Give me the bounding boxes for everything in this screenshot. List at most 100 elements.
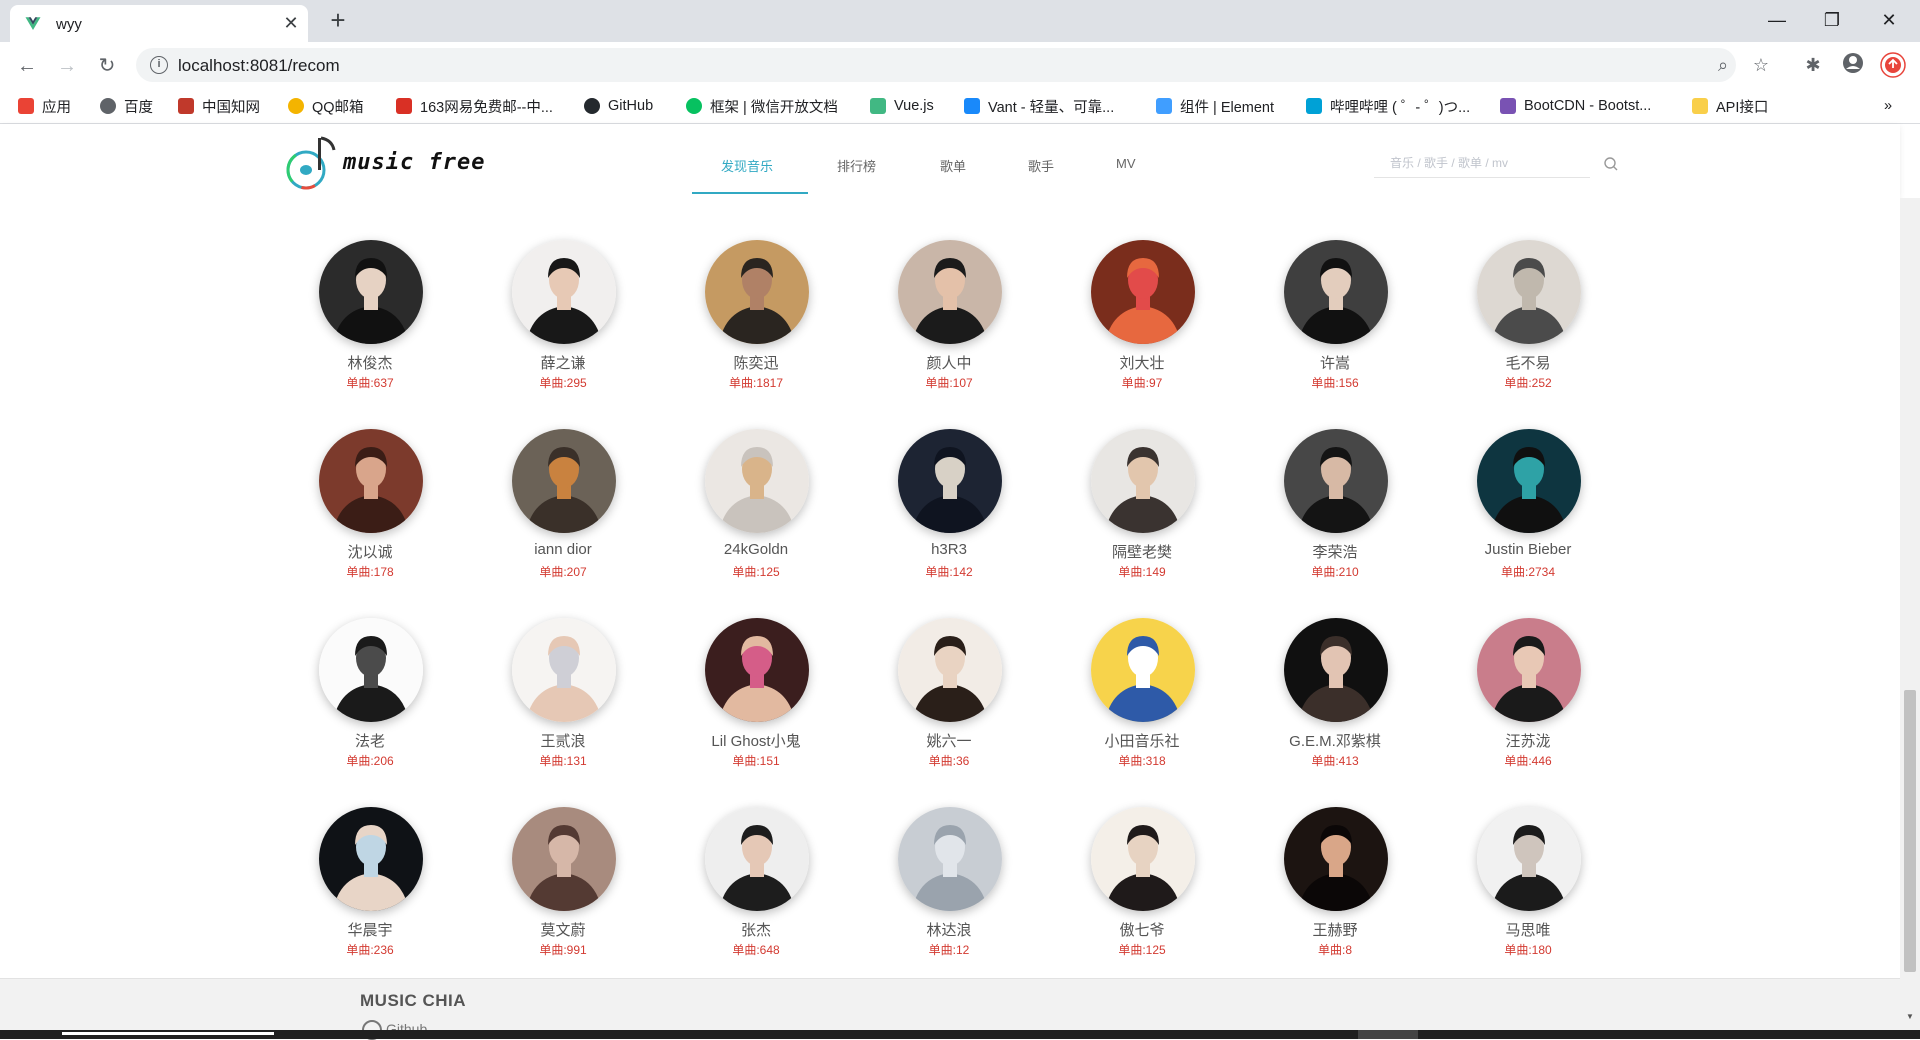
logo-text[interactable]: music free: [343, 150, 485, 175]
bookmark-item[interactable]: Vant - 轻量、可靠...: [964, 96, 1114, 116]
bookmark-item[interactable]: 应用: [18, 96, 71, 116]
artist-avatar[interactable]: [1284, 429, 1388, 533]
artist-avatar[interactable]: [319, 618, 423, 722]
artist-avatar[interactable]: [319, 240, 423, 344]
artist-name[interactable]: 张杰: [676, 919, 836, 940]
artist-avatar[interactable]: [898, 240, 1002, 344]
artist-avatar[interactable]: [512, 618, 616, 722]
scroll-down-arrow-icon[interactable]: ▼: [1904, 1012, 1916, 1024]
close-window-icon[interactable]: ✕: [1866, 4, 1912, 36]
artist-card[interactable]: 华晨宇 单曲:236: [290, 807, 450, 967]
artist-name[interactable]: 毛不易: [1448, 352, 1608, 373]
artist-name[interactable]: 隔壁老樊: [1062, 541, 1222, 562]
artist-card[interactable]: 毛不易 单曲:252: [1448, 240, 1608, 400]
artist-card[interactable]: 王赫野 单曲:8: [1255, 807, 1415, 967]
artist-name[interactable]: 小田音乐社: [1062, 730, 1222, 751]
artist-avatar[interactable]: [898, 429, 1002, 533]
artist-avatar[interactable]: [705, 618, 809, 722]
artist-card[interactable]: 林俊杰 单曲:637: [290, 240, 450, 400]
artist-avatar[interactable]: [1477, 807, 1581, 911]
artist-name[interactable]: 汪苏泷: [1448, 730, 1608, 751]
artist-name[interactable]: 马思唯: [1448, 919, 1608, 940]
artist-name[interactable]: 王赫野: [1255, 919, 1415, 940]
artist-name[interactable]: 姚六一: [869, 730, 1029, 751]
artist-card[interactable]: 张杰 单曲:648: [676, 807, 836, 967]
artist-avatar[interactable]: [1284, 240, 1388, 344]
artist-name[interactable]: 王贰浪: [483, 730, 643, 751]
artist-avatar[interactable]: [705, 240, 809, 344]
artist-avatar[interactable]: [705, 807, 809, 911]
forward-icon[interactable]: →: [53, 52, 81, 80]
artist-name[interactable]: 24kGoldn: [676, 541, 836, 558]
restore-icon[interactable]: ❐: [1809, 4, 1855, 36]
artist-card[interactable]: 姚六一 单曲:36: [869, 618, 1029, 778]
artist-avatar[interactable]: [898, 618, 1002, 722]
artist-card[interactable]: Justin Bieber 单曲:2734: [1448, 429, 1608, 589]
artist-avatar[interactable]: [1284, 618, 1388, 722]
bookmark-item[interactable]: 163网易免费邮--中...: [396, 96, 553, 116]
artist-name[interactable]: 颜人中: [869, 352, 1029, 373]
zoom-icon[interactable]: ⌕: [1710, 52, 1736, 78]
search-icon[interactable]: [1603, 156, 1619, 172]
bookmark-item[interactable]: 中国知网: [178, 96, 260, 116]
artist-card[interactable]: 薛之谦 单曲:295: [483, 240, 643, 400]
artist-card[interactable]: 许嵩 单曲:156: [1255, 240, 1415, 400]
artist-avatar[interactable]: [319, 429, 423, 533]
bookmark-item[interactable]: 组件 | Element: [1156, 96, 1274, 116]
artist-avatar[interactable]: [1091, 807, 1195, 911]
artist-card[interactable]: 小田音乐社 单曲:318: [1062, 618, 1222, 778]
artist-card[interactable]: 李荣浩 单曲:210: [1255, 429, 1415, 589]
artist-card[interactable]: 莫文蔚 单曲:991: [483, 807, 643, 967]
bookmark-item[interactable]: QQ邮箱: [288, 96, 364, 116]
artist-card[interactable]: 沈以诚 单曲:178: [290, 429, 450, 589]
search-input[interactable]: [1388, 152, 1578, 174]
artist-name[interactable]: 林俊杰: [290, 352, 450, 373]
extensions-icon[interactable]: ✱: [1800, 52, 1826, 78]
artist-card[interactable]: 隔壁老樊 单曲:149: [1062, 429, 1222, 589]
bookmarks-overflow-icon[interactable]: »: [1884, 96, 1892, 116]
artist-name[interactable]: 傲七爷: [1062, 919, 1222, 940]
artist-card[interactable]: 马思唯 单曲:180: [1448, 807, 1608, 967]
artist-avatar[interactable]: [512, 807, 616, 911]
artist-avatar[interactable]: [1284, 807, 1388, 911]
artist-card[interactable]: 颜人中 单曲:107: [869, 240, 1029, 400]
site-info-icon[interactable]: i: [150, 56, 168, 74]
artist-card[interactable]: 汪苏泷 单曲:446: [1448, 618, 1608, 778]
bookmark-item[interactable]: GitHub: [584, 96, 653, 116]
artist-card[interactable]: 傲七爷 单曲:125: [1062, 807, 1222, 967]
address-bar[interactable]: i localhost:8081/recom ⌕ ☆: [136, 48, 1769, 82]
artist-name[interactable]: 莫文蔚: [483, 919, 643, 940]
artist-card[interactable]: h3R3 单曲:142: [869, 429, 1029, 589]
artist-name[interactable]: G.E.M.邓紫棋: [1255, 730, 1415, 751]
profile-icon[interactable]: [1840, 52, 1866, 78]
nav-discover[interactable]: 发现音乐: [721, 156, 773, 175]
artist-name[interactable]: iann dior: [483, 541, 643, 558]
artist-name[interactable]: 林达浪: [869, 919, 1029, 940]
artist-name[interactable]: 刘大壮: [1062, 352, 1222, 373]
artist-avatar[interactable]: [1477, 618, 1581, 722]
artist-card[interactable]: 24kGoldn 单曲:125: [676, 429, 836, 589]
nav-playlists[interactable]: 歌单: [940, 156, 966, 175]
artist-avatar[interactable]: [898, 807, 1002, 911]
music-note-logo-icon[interactable]: [284, 134, 338, 192]
nav-singers[interactable]: 歌手: [1028, 156, 1054, 175]
new-tab-button[interactable]: +: [326, 7, 350, 33]
bookmark-item[interactable]: 百度: [100, 96, 153, 116]
artist-avatar[interactable]: [1091, 618, 1195, 722]
artist-avatar[interactable]: [1091, 429, 1195, 533]
bookmark-item[interactable]: 框架 | 微信开放文档: [686, 96, 838, 116]
minimize-icon[interactable]: —: [1754, 4, 1800, 36]
artist-name[interactable]: 薛之谦: [483, 352, 643, 373]
artist-name[interactable]: Lil Ghost小鬼: [676, 730, 836, 751]
bookmark-item[interactable]: API接口: [1692, 96, 1768, 116]
bookmark-item[interactable]: BootCDN - Bootst...: [1500, 96, 1651, 116]
bookmark-item[interactable]: 哔哩哔哩 ( ゜- ゜)つ...: [1306, 96, 1470, 116]
artist-name[interactable]: 许嵩: [1255, 352, 1415, 373]
nav-mv[interactable]: MV: [1116, 156, 1136, 171]
artist-name[interactable]: 李荣浩: [1255, 541, 1415, 562]
artist-card[interactable]: 法老 单曲:206: [290, 618, 450, 778]
scrollbar-thumb[interactable]: [1904, 690, 1916, 972]
back-icon[interactable]: ←: [13, 52, 41, 80]
artist-name[interactable]: 华晨宇: [290, 919, 450, 940]
artist-name[interactable]: 法老: [290, 730, 450, 751]
